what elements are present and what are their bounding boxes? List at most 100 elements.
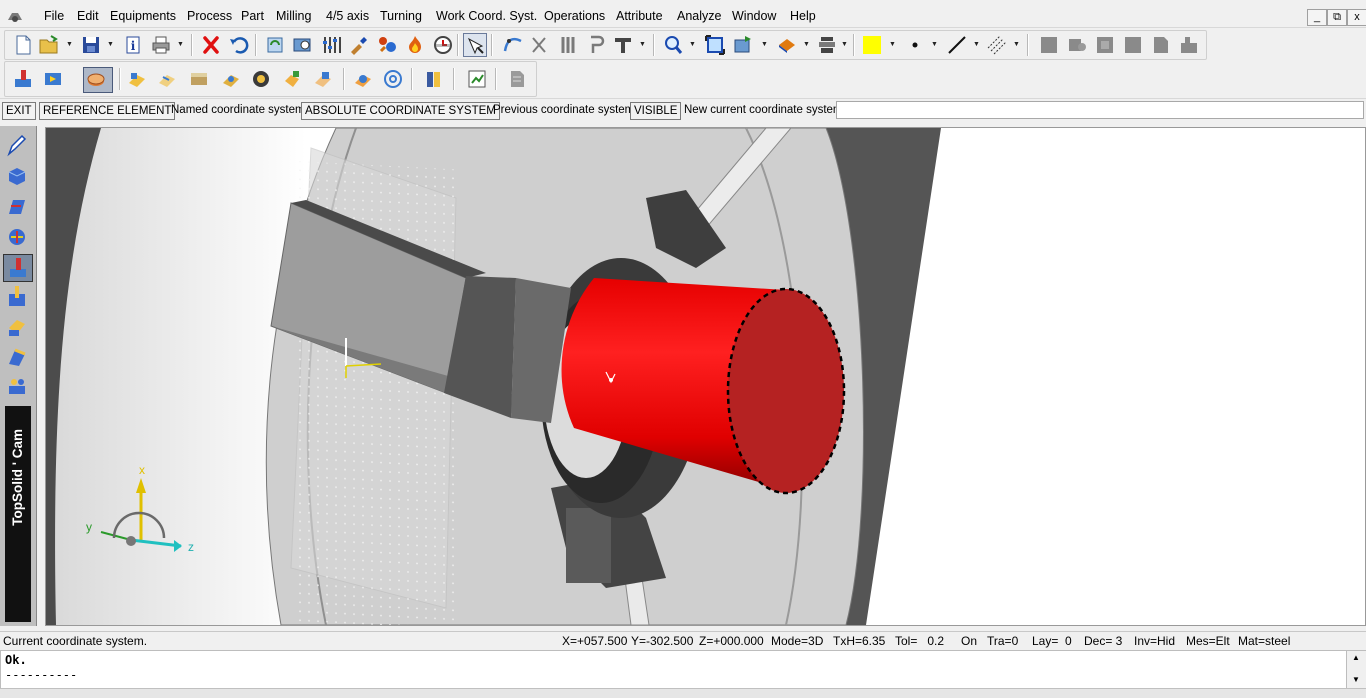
part-1-icon[interactable] xyxy=(125,67,149,91)
zoom-dropdown-icon[interactable]: ▼ xyxy=(689,41,696,48)
part-2-icon[interactable] xyxy=(155,67,179,91)
coordinate-icon[interactable] xyxy=(351,67,375,91)
transparency-indicator[interactable]: Tra=0 xyxy=(987,634,1018,648)
hatch-icon[interactable] xyxy=(985,33,1009,57)
yellow-color-swatch[interactable] xyxy=(861,33,885,57)
menu-file[interactable]: File xyxy=(44,9,64,23)
circle-target-icon[interactable] xyxy=(381,67,405,91)
view-dropdown-icon[interactable]: ▼ xyxy=(761,41,768,48)
scissors-icon[interactable] xyxy=(527,33,551,57)
point-style-icon[interactable] xyxy=(903,33,927,57)
solid-icon[interactable] xyxy=(5,163,29,189)
invisible-indicator[interactable]: Inv=Hid xyxy=(1134,634,1175,648)
tooling-icon[interactable] xyxy=(5,374,29,400)
new-file-icon[interactable] xyxy=(11,33,35,57)
gray-tool-3-icon[interactable] xyxy=(1093,33,1117,57)
scroll-down-icon[interactable]: ▼ xyxy=(1352,675,1360,684)
gray-tool-1-icon[interactable] xyxy=(1037,33,1061,57)
selected-end-face[interactable] xyxy=(726,287,846,495)
print-icon[interactable] xyxy=(149,33,173,57)
gray-tool-6-icon[interactable] xyxy=(1177,33,1201,57)
menu-help[interactable]: Help xyxy=(790,9,816,23)
text-icon[interactable] xyxy=(611,33,635,57)
save-icon[interactable] xyxy=(79,33,103,57)
menu-turning[interactable]: Turning xyxy=(380,9,422,23)
parallel-icon[interactable] xyxy=(555,33,579,57)
absolute-coordinate-button[interactable]: ABSOLUTE COORDINATE SYSTEM xyxy=(301,102,500,120)
hatch-dropdown-icon[interactable]: ▼ xyxy=(1013,41,1020,48)
menu-equipments[interactable]: Equipments xyxy=(110,9,176,23)
new-coordinate-input[interactable] xyxy=(836,101,1364,119)
clock-icon[interactable] xyxy=(431,33,455,57)
visible-button[interactable]: VISIBLE xyxy=(630,102,682,120)
exit-button[interactable]: EXIT xyxy=(2,102,36,120)
material-indicator[interactable]: Mat=steel xyxy=(1238,634,1290,648)
reference-element-button[interactable]: REFERENCE ELEMENT xyxy=(39,102,176,120)
part-6-icon[interactable] xyxy=(281,67,305,91)
machining-icon[interactable] xyxy=(11,67,35,91)
render-icon[interactable] xyxy=(775,33,799,57)
text-height-indicator[interactable]: TxH=6.35 xyxy=(833,634,885,648)
line-dropdown-icon[interactable]: ▼ xyxy=(973,41,980,48)
simulation-icon[interactable] xyxy=(41,67,65,91)
report-icon[interactable] xyxy=(465,67,489,91)
zoom-icon[interactable] xyxy=(661,33,685,57)
delete-icon[interactable] xyxy=(199,33,223,57)
tolerance-indicator[interactable]: Tol= 0.2 xyxy=(895,634,944,648)
active-operation-icon[interactable] xyxy=(83,67,113,93)
menu-attribute[interactable]: Attribute xyxy=(616,9,663,23)
menu-process[interactable]: Process xyxy=(187,9,232,23)
scroll-up-icon[interactable]: ▲ xyxy=(1352,653,1360,662)
layer-indicator[interactable]: Lay= 0 xyxy=(1032,634,1072,648)
menu-edit[interactable]: Edit xyxy=(77,9,99,23)
tools-icon[interactable] xyxy=(319,33,343,57)
hook-icon[interactable] xyxy=(583,33,607,57)
zoom-window-icon[interactable] xyxy=(291,33,315,57)
surface-icon[interactable] xyxy=(5,194,29,220)
measure-indicator[interactable]: Mes=Elt xyxy=(1186,634,1230,648)
part-5-icon[interactable] xyxy=(249,67,273,91)
assembly-icon[interactable] xyxy=(5,224,29,250)
part-7-icon[interactable] xyxy=(311,67,335,91)
contour-icon[interactable] xyxy=(5,344,29,370)
line-style-icon[interactable] xyxy=(945,33,969,57)
color-dropdown-icon[interactable]: ▼ xyxy=(889,41,896,48)
layers-icon[interactable] xyxy=(815,33,839,57)
output-panel[interactable]: Ok. ---------- xyxy=(0,650,1348,689)
open-dropdown-icon[interactable]: ▼ xyxy=(66,41,73,48)
view-icon[interactable] xyxy=(731,33,755,57)
undo-icon[interactable] xyxy=(227,33,251,57)
menu-part[interactable]: Part xyxy=(241,9,264,23)
drilling-icon[interactable] xyxy=(5,284,29,310)
save-dropdown-icon[interactable]: ▼ xyxy=(107,41,114,48)
gray-tool-5-icon[interactable] xyxy=(1149,33,1173,57)
select-icon[interactable] xyxy=(463,33,487,57)
process-icon[interactable] xyxy=(375,33,399,57)
on-indicator[interactable]: On xyxy=(961,634,977,648)
menu-operations[interactable]: Operations xyxy=(544,9,605,23)
mode-indicator[interactable]: Mode=3D xyxy=(771,634,823,648)
pocket-icon[interactable] xyxy=(5,314,29,340)
document-icon[interactable] xyxy=(505,67,529,91)
tool-library-icon[interactable] xyxy=(423,67,447,91)
menu-window[interactable]: Window xyxy=(732,9,776,23)
open-file-icon[interactable] xyxy=(37,33,61,57)
app-icon[interactable] xyxy=(6,10,24,24)
machining-active-icon[interactable] xyxy=(3,254,33,282)
curve-icon[interactable] xyxy=(501,33,525,57)
point-dropdown-icon[interactable]: ▼ xyxy=(931,41,938,48)
output-scrollbar[interactable]: ▲ ▼ xyxy=(1346,650,1366,689)
render-dropdown-icon[interactable]: ▼ xyxy=(803,41,810,48)
close-button[interactable]: x xyxy=(1347,9,1366,26)
gray-tool-2-icon[interactable] xyxy=(1065,33,1089,57)
restore-button[interactable]: ⧉ xyxy=(1327,9,1347,26)
gray-tool-4-icon[interactable] xyxy=(1121,33,1145,57)
menu-4-5-axis[interactable]: 4/5 axis xyxy=(326,9,369,23)
sketch-icon[interactable] xyxy=(5,132,29,158)
decimal-indicator[interactable]: Dec= 3 xyxy=(1084,634,1122,648)
fit-icon[interactable] xyxy=(703,33,727,57)
info-icon[interactable]: i xyxy=(121,33,145,57)
brush-icon[interactable] xyxy=(347,33,371,57)
fire-icon[interactable] xyxy=(403,33,427,57)
print-dropdown-icon[interactable]: ▼ xyxy=(177,41,184,48)
